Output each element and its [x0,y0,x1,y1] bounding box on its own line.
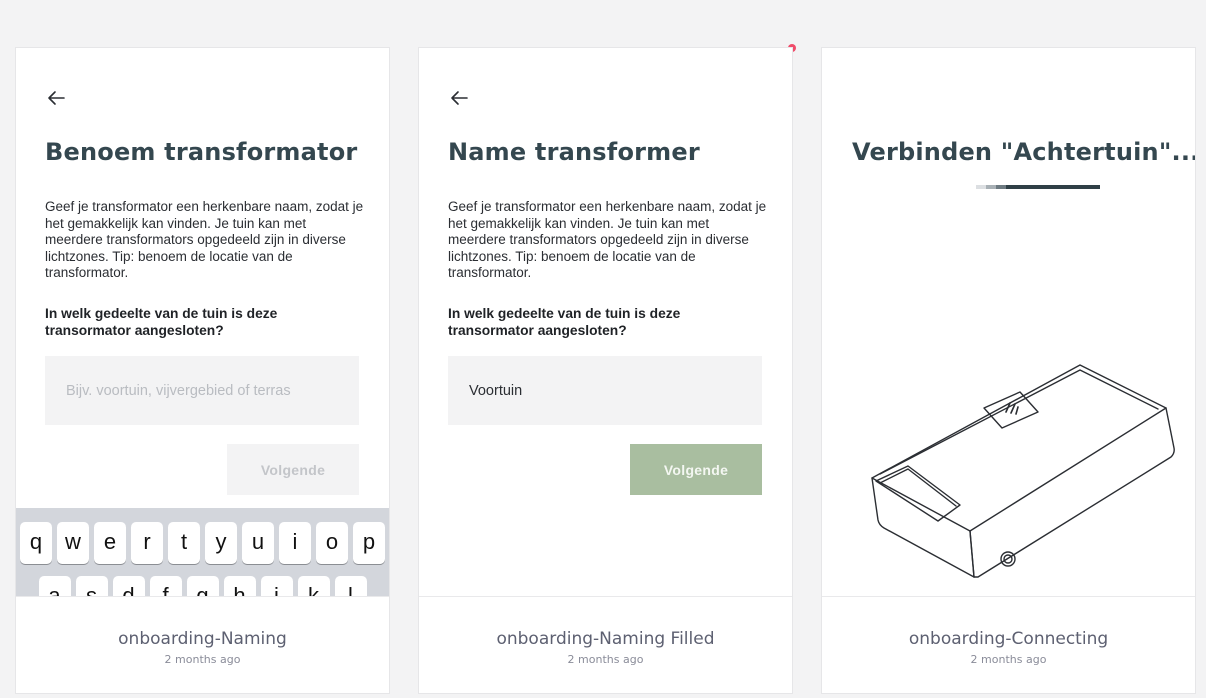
screen-card-onboarding-naming[interactable]: Benoem transformator Geef je transformat… [16,48,389,693]
next-button[interactable]: Volgende [227,444,359,495]
key-l[interactable]: l [334,576,367,596]
key-k[interactable]: k [297,576,330,596]
key-r[interactable]: r [131,522,163,564]
key-h[interactable]: h [223,576,256,596]
key-j[interactable]: j [260,576,293,596]
progress-segment [986,185,996,189]
screen-preview: Verbinden "Achtertuin"... [822,48,1195,596]
next-button[interactable]: Volgende [630,444,762,495]
key-y[interactable]: y [205,522,237,564]
keyboard-row-top: qwertyuiop [16,522,389,564]
question-label: In welk gedeelte van de tuin is deze tra… [45,306,278,338]
screen-name[interactable]: onboarding-Naming Filled [419,629,792,649]
progress-segment [976,185,986,189]
key-d[interactable]: d [112,576,145,596]
card-footer: onboarding-Naming Filled 2 months ago [419,596,792,693]
key-q[interactable]: q [20,522,52,564]
location-name-input[interactable] [45,356,359,425]
screen-timestamp: 2 months ago [567,653,644,666]
description-text: Geef je transformator een herkenbare naa… [45,199,364,280]
prototype-board: Benoem transformator Geef je transformat… [0,0,1206,698]
key-a[interactable]: a [38,576,71,596]
screen-name[interactable]: onboarding-Naming [16,629,389,649]
page-title: Benoem transformator [45,138,358,166]
card-footer: onboarding-Naming 2 months ago [16,596,389,693]
screen-card-onboarding-connecting[interactable]: Verbinden "Achtertuin"... onboarding-Con… [822,48,1195,693]
card-footer: onboarding-Connecting 2 months ago [822,596,1195,693]
question-label: In welk gedeelte van de tuin is deze tra… [448,306,681,338]
screen-timestamp: 2 months ago [164,653,241,666]
key-t[interactable]: t [168,522,200,564]
screen-timestamp: 2 months ago [970,653,1047,666]
location-name-input[interactable] [448,356,762,425]
key-w[interactable]: w [57,522,89,564]
screen-card-onboarding-naming-filled[interactable]: Name transformer Geef je transformator e… [419,48,792,693]
screen-preview: Benoem transformator Geef je transformat… [16,48,389,596]
arrow-left-icon[interactable] [44,86,68,110]
arrow-left-icon[interactable] [447,86,471,110]
key-o[interactable]: o [316,522,348,564]
transformer-box-illustration [871,364,1175,578]
loading-progress-bar [976,185,1100,189]
onscreen-keyboard: qwertyuiop asdfghjkl [16,508,389,596]
key-g[interactable]: g [186,576,219,596]
progress-segment [996,185,1006,189]
key-e[interactable]: e [94,522,126,564]
key-i[interactable]: i [279,522,311,564]
page-title: Verbinden "Achtertuin"... [852,138,1195,166]
screen-name[interactable]: onboarding-Connecting [822,629,1195,649]
key-u[interactable]: u [242,522,274,564]
key-f[interactable]: f [149,576,182,596]
key-s[interactable]: s [75,576,108,596]
description-text: Geef je transformator een herkenbare naa… [448,199,767,280]
key-p[interactable]: p [353,522,385,564]
screen-preview: Name transformer Geef je transformator e… [419,48,792,596]
keyboard-row-middle: asdfghjkl [16,576,389,596]
page-title: Name transformer [448,138,700,166]
